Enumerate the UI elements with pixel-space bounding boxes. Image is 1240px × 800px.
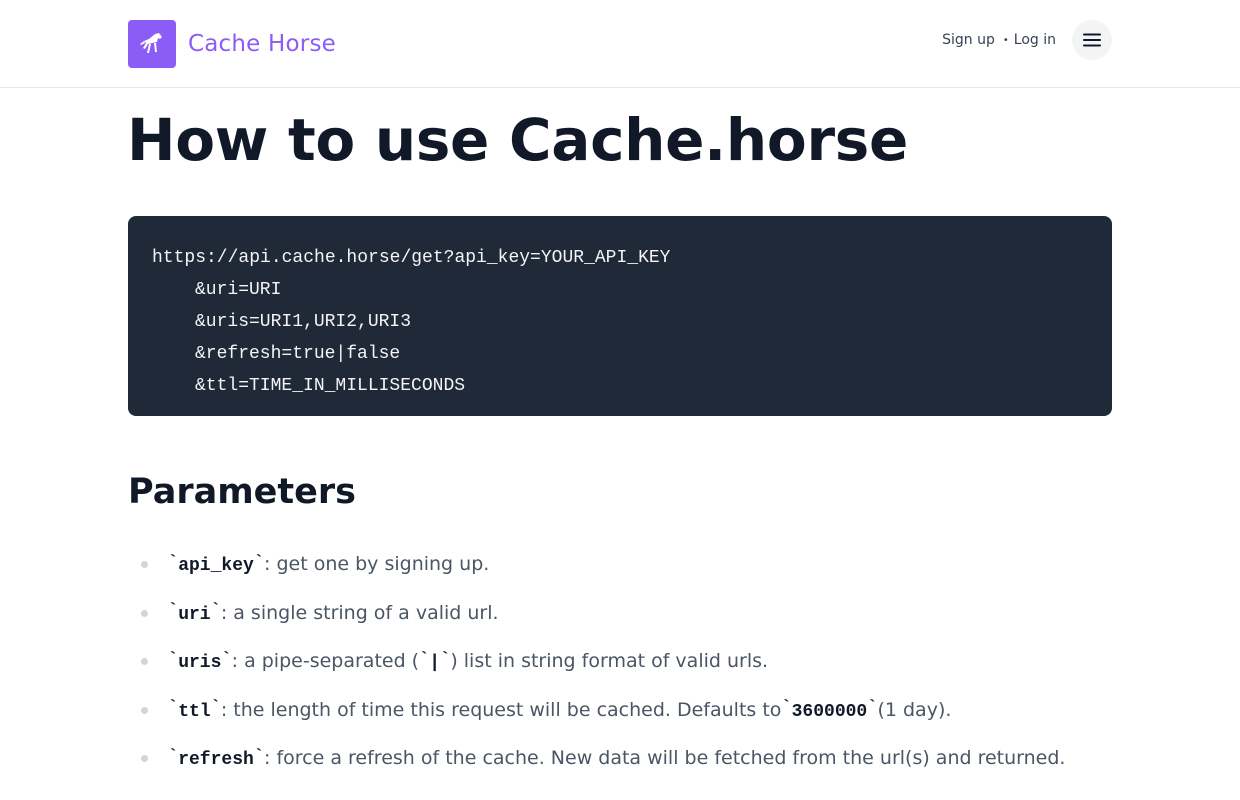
param-name: api_key xyxy=(178,556,254,577)
param-code: 3600000 xyxy=(791,701,868,722)
page-title: How to use Cache.horse xyxy=(127,106,909,174)
param-desc: ) list in string format of valid urls. xyxy=(450,650,769,673)
bullet xyxy=(141,561,148,569)
brand-link[interactable]: Cache Horse xyxy=(128,20,336,68)
param-code: | xyxy=(429,653,441,674)
code-line-refresh: &refresh=true|false xyxy=(195,344,401,364)
brand-name: Cache Horse xyxy=(188,31,336,57)
section-title-parameters: Parameters xyxy=(128,472,356,512)
backtick: ` xyxy=(168,649,179,669)
backtick: ` xyxy=(867,698,878,718)
code-line-url: https://api.cache.horse/get?api_key=YOUR… xyxy=(152,248,671,268)
backtick: ` xyxy=(210,698,221,718)
code-line-uri: &uri=URI xyxy=(195,280,282,300)
nav-separator: • xyxy=(1002,34,1009,46)
bullet xyxy=(141,755,148,763)
signup-link[interactable]: Sign up xyxy=(942,32,995,48)
backtick: ` xyxy=(221,649,232,669)
param-desc: : force a refresh of the cache. New data… xyxy=(264,747,1066,770)
param-desc: : a single string of a valid url. xyxy=(220,601,499,624)
backtick: ` xyxy=(419,649,430,669)
param-name: uris xyxy=(178,653,222,674)
backtick: ` xyxy=(440,649,451,669)
auth-nav: Sign up • Log in xyxy=(942,30,1056,50)
code-block: https://api.cache.horse/get?api_key=YOUR… xyxy=(128,216,1112,416)
param-desc: : a pipe-separated ( xyxy=(231,650,420,673)
param-name: ttl xyxy=(178,701,211,722)
list-item-refresh: ` refresh `: force a refresh of the cache.… xyxy=(140,734,1140,783)
param-desc: (1 day). xyxy=(877,698,952,721)
backtick: ` xyxy=(253,746,265,766)
backtick: ` xyxy=(168,698,179,718)
backtick: ` xyxy=(253,552,265,572)
param-name: uri xyxy=(178,604,211,625)
bullet xyxy=(141,609,148,617)
code-line-ttl: &ttl=TIME_IN_MILLISECONDS xyxy=(195,376,466,396)
backtick: ` xyxy=(210,601,221,621)
list-item-uri: ` uri `: a single string of a valid url. xyxy=(140,589,1140,638)
bullet xyxy=(141,658,148,666)
site-header: Cache Horse Sign up • Log in xyxy=(0,0,1240,88)
horse-icon xyxy=(128,20,176,68)
backtick: ` xyxy=(168,746,179,766)
parameter-list: ` api_key `: get one by signing up. ` uri `:… xyxy=(140,540,1140,783)
backtick: ` xyxy=(168,552,179,572)
menu-button[interactable] xyxy=(1072,20,1112,60)
hamburger-menu-icon xyxy=(1083,33,1101,47)
login-link[interactable]: Log in xyxy=(1014,32,1056,48)
param-desc: : the length of time this request will b… xyxy=(220,698,782,721)
param-desc: : get one by signing up. xyxy=(264,553,490,576)
code-content: https://api.cache.horse/get?api_key=YOUR… xyxy=(152,242,1088,402)
code-line-uris: &uris=URI1,URI2,URI3 xyxy=(195,312,412,332)
list-item-ttl: ` ttl `: the length of time this request w… xyxy=(140,686,1140,735)
bullet xyxy=(141,706,148,714)
list-item-api-key: ` api_key `: get one by signing up. xyxy=(140,540,1140,589)
list-item-uris: ` uris `: a pipe-separated (` | `) list in s… xyxy=(140,637,1140,686)
backtick: ` xyxy=(168,601,179,621)
backtick: ` xyxy=(781,698,792,718)
param-name: refresh xyxy=(178,750,254,771)
